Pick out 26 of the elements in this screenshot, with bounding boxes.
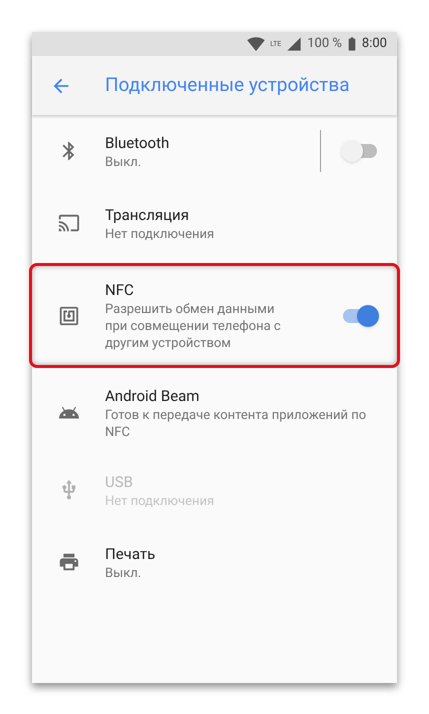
cellular-signal-icon <box>286 36 302 52</box>
row-title: Печать <box>105 544 156 564</box>
settings-row[interactable]: Android Beam Готов к передаче контента приложений по NFC <box>32 372 397 454</box>
clock: 8:00 <box>362 35 387 54</box>
wifi-icon <box>247 35 266 53</box>
row-title: USB <box>105 472 134 492</box>
row-subtitle: Готов к передаче контента приложений по NFC <box>105 407 368 441</box>
toggle-switch[interactable] <box>341 304 379 326</box>
row-title: Трансляция <box>105 204 190 226</box>
nfc-icon <box>58 304 80 326</box>
toggle-switch[interactable] <box>341 140 379 162</box>
row-subtitle: Разрешить обмен данными при совмещении телефона с другим устройством <box>105 301 282 352</box>
printer-icon <box>58 551 80 573</box>
toolbar-title: Подключенные устройства <box>105 72 350 98</box>
row-title: NFC <box>105 280 135 301</box>
settings-row[interactable]: Bluetooth Выкл. <box>32 115 397 187</box>
battery-percent: 100 % <box>307 35 342 54</box>
row-title: Android Beam <box>105 386 200 407</box>
row-subtitle: Выкл. <box>105 154 142 170</box>
cast-icon <box>58 212 80 234</box>
settings-row[interactable]: Печать Выкл. <box>32 526 397 598</box>
settings-row[interactable]: NFC Разрешить обмен данными при совмещении телефона с другим устройством <box>32 266 397 365</box>
row-subtitle: Нет подключения <box>105 226 216 242</box>
settings-row[interactable]: Трансляция Нет подключения <box>32 187 397 259</box>
row-subtitle: Выкл. <box>105 564 142 582</box>
row-title: Bluetooth <box>105 132 170 154</box>
